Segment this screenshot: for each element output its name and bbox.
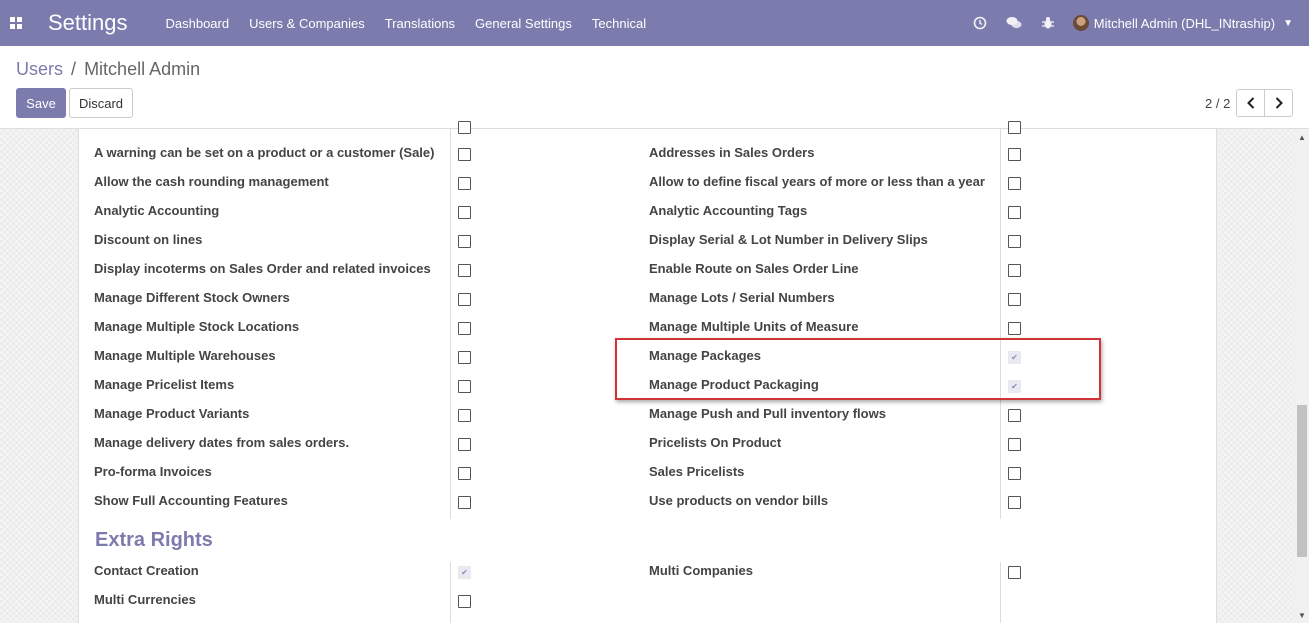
- scroll-up-icon[interactable]: ▲: [1298, 133, 1306, 142]
- chevron-down-icon[interactable]: ▼: [1283, 18, 1293, 29]
- systray: Mitchell Admin (DHL_INtraship) ▼: [963, 0, 1293, 46]
- scroll-down-icon[interactable]: ▼: [1298, 611, 1306, 620]
- right-label: Use products on vendor bills: [649, 493, 829, 508]
- column-divider-right: [1000, 129, 1001, 519]
- right-label: Manage Different Stock Owners: [94, 290, 290, 305]
- menu-item-general-settings[interactable]: General Settings: [465, 16, 582, 31]
- right-label: Multi Companies: [649, 563, 754, 578]
- right-label: Manage Multiple Units of Measure: [649, 319, 859, 334]
- right-label: Analytic Accounting Tags: [649, 203, 808, 218]
- menu-item-technical[interactable]: Technical: [582, 16, 656, 31]
- highlight-box: [615, 338, 1101, 400]
- right-label: Analytic Accounting: [94, 203, 220, 218]
- right-label: Allow the cash rounding management: [94, 174, 329, 189]
- pager-previous-button[interactable]: [1236, 89, 1265, 117]
- right-checkbox[interactable]: [1008, 322, 1021, 335]
- checkbox-partial-left[interactable]: [458, 121, 471, 134]
- column-divider-left: [450, 129, 451, 519]
- right-label: Show Full Accounting Features: [94, 493, 288, 508]
- main-menu: Dashboard Users & Companies Translations…: [156, 16, 657, 31]
- right-checkbox[interactable]: [1008, 264, 1021, 277]
- top-navbar: Settings Dashboard Users & Companies Tra…: [0, 0, 1309, 46]
- right-label: Manage Push and Pull inventory flows: [649, 406, 886, 421]
- avatar[interactable]: [1072, 15, 1089, 31]
- right-label: Discount on lines: [94, 232, 203, 247]
- right-checkbox[interactable]: [458, 177, 471, 190]
- bug-icon[interactable]: [1031, 16, 1065, 30]
- right-checkbox[interactable]: [458, 264, 471, 277]
- breadcrumb: Users / Mitchell Admin: [16, 59, 200, 80]
- column-divider-left-extra: [450, 562, 451, 623]
- clock-icon[interactable]: [963, 16, 997, 30]
- breadcrumb-users[interactable]: Users: [16, 59, 63, 79]
- menu-item-dashboard[interactable]: Dashboard: [156, 16, 240, 31]
- right-label: Manage Product Variants: [94, 406, 250, 421]
- right-checkbox[interactable]: [458, 322, 471, 335]
- discard-button[interactable]: Discard: [69, 88, 133, 118]
- right-checkbox[interactable]: [458, 235, 471, 248]
- right-checkbox[interactable]: [1008, 496, 1021, 509]
- breadcrumb-current: Mitchell Admin: [84, 59, 201, 79]
- right-label: Pro-forma Invoices: [94, 464, 212, 479]
- right-checkbox[interactable]: [458, 206, 471, 219]
- right-checkbox[interactable]: [458, 595, 471, 608]
- pager-next-button[interactable]: [1264, 89, 1293, 117]
- right-checkbox[interactable]: ✔: [458, 566, 471, 579]
- apps-icon[interactable]: [10, 17, 22, 29]
- right-label: Contact Creation: [94, 563, 199, 578]
- right-checkbox[interactable]: [458, 496, 471, 509]
- right-label: Manage Lots / Serial Numbers: [649, 290, 835, 305]
- right-label: Display incoterms on Sales Order and rel…: [94, 261, 431, 276]
- menu-item-users-companies[interactable]: Users & Companies: [239, 16, 375, 31]
- column-divider-right-extra: [1000, 562, 1001, 623]
- right-label: Display Serial & Lot Number in Delivery …: [649, 232, 928, 247]
- menu-item-translations[interactable]: Translations: [375, 16, 465, 31]
- right-checkbox[interactable]: [1008, 438, 1021, 451]
- chevron-right-icon: [1275, 97, 1283, 109]
- right-label: Multi Currencies: [94, 592, 196, 607]
- right-label: A warning can be set on a product or a c…: [94, 145, 435, 160]
- right-label: Sales Pricelists: [649, 464, 745, 479]
- breadcrumb-separator: /: [71, 59, 77, 79]
- right-checkbox[interactable]: [1008, 235, 1021, 248]
- right-checkbox[interactable]: [1008, 293, 1021, 306]
- right-checkbox[interactable]: [1008, 148, 1021, 161]
- chat-icon[interactable]: [997, 16, 1031, 30]
- right-label: Addresses in Sales Orders: [649, 145, 815, 160]
- right-checkbox[interactable]: [458, 293, 471, 306]
- right-checkbox[interactable]: [1008, 177, 1021, 190]
- check-icon: ✔: [461, 568, 468, 577]
- right-checkbox[interactable]: [458, 351, 471, 364]
- user-menu[interactable]: Mitchell Admin (DHL_INtraship): [1094, 16, 1275, 31]
- right-label: Pricelists On Product: [649, 435, 782, 450]
- right-checkbox[interactable]: [1008, 467, 1021, 480]
- right-label: Manage Multiple Stock Locations: [94, 319, 300, 334]
- right-checkbox[interactable]: [458, 467, 471, 480]
- section-title-extra-rights: Extra Rights: [95, 529, 213, 551]
- app-title[interactable]: Settings: [48, 10, 128, 36]
- right-checkbox[interactable]: [458, 438, 471, 451]
- right-label: Allow to define fiscal years of more or …: [649, 174, 985, 189]
- right-checkbox[interactable]: [458, 409, 471, 422]
- save-button[interactable]: Save: [16, 88, 66, 118]
- scrollbar-thumb[interactable]: [1297, 405, 1307, 557]
- right-checkbox[interactable]: [1008, 566, 1021, 579]
- right-checkbox[interactable]: [1008, 206, 1021, 219]
- right-checkbox[interactable]: [1008, 409, 1021, 422]
- right-label: Manage delivery dates from sales orders.: [94, 435, 350, 450]
- checkbox-partial-right[interactable]: [1008, 121, 1021, 134]
- right-label: Manage Multiple Warehouses: [94, 348, 276, 363]
- right-label: Manage Pricelist Items: [94, 377, 235, 392]
- right-checkbox[interactable]: [458, 148, 471, 161]
- right-label: Enable Route on Sales Order Line: [649, 261, 859, 276]
- right-checkbox[interactable]: [458, 380, 471, 393]
- chevron-left-icon: [1246, 97, 1254, 109]
- pager-value[interactable]: 2 / 2: [1205, 96, 1230, 111]
